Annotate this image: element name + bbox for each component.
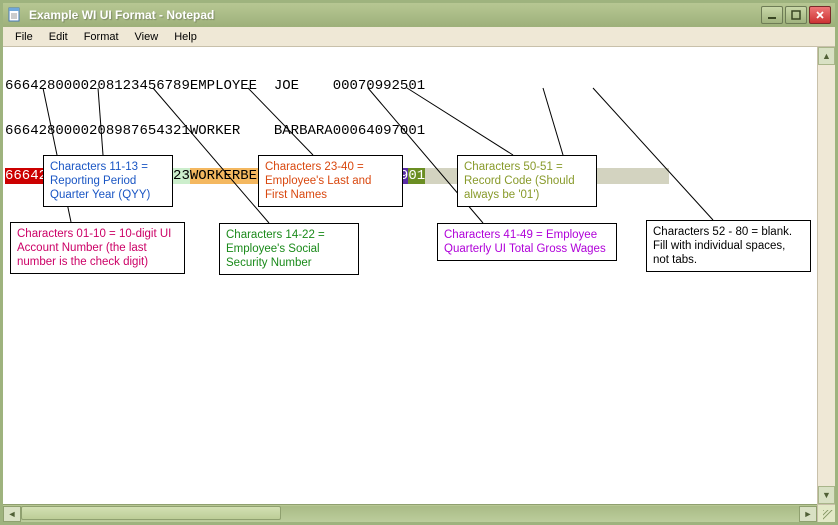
field-reccode: 01	[408, 168, 425, 184]
notepad-window: Example WI UI Format - Notepad File Edit…	[0, 0, 838, 525]
resize-grip-icon[interactable]	[817, 504, 835, 522]
record-line: 6664280000208987654321WORKER BARBARA0006…	[5, 124, 669, 139]
maximize-button[interactable]	[785, 6, 807, 24]
menu-edit[interactable]: Edit	[41, 29, 76, 45]
callout-blank: Characters 52 - 80 = blank. Fill with in…	[646, 220, 811, 272]
titlebar[interactable]: Example WI UI Format - Notepad	[3, 3, 835, 27]
text-area[interactable]: 6664280000208123456789EMPLOYEE JOE 00070…	[3, 47, 835, 522]
menu-help[interactable]: Help	[166, 29, 205, 45]
window-title: Example WI UI Format - Notepad	[29, 8, 214, 22]
callout-account: Characters 01-10 = 10-digit UI Account N…	[10, 222, 185, 274]
record-line: 6664280000208123456789EMPLOYEE JOE 00070…	[5, 79, 669, 94]
scroll-up-icon[interactable]: ▲	[818, 47, 835, 65]
horizontal-scrollbar[interactable]: ◄ ►	[3, 504, 817, 522]
scroll-down-icon[interactable]: ▼	[818, 486, 835, 504]
notepad-icon	[7, 7, 23, 23]
menu-format[interactable]: Format	[76, 29, 127, 45]
minimize-button[interactable]	[761, 6, 783, 24]
scroll-right-icon[interactable]: ►	[799, 506, 817, 522]
scroll-track[interactable]	[21, 506, 799, 522]
vertical-scrollbar[interactable]: ▲ ▼	[817, 47, 835, 504]
menu-file[interactable]: File	[7, 29, 41, 45]
close-button[interactable]	[809, 6, 831, 24]
menubar: File Edit Format View Help	[3, 27, 835, 47]
callout-ssn: Characters 14-22 = Employee's Social Sec…	[219, 223, 359, 275]
menu-view[interactable]: View	[127, 29, 167, 45]
scroll-thumb[interactable]	[21, 506, 281, 520]
scroll-left-icon[interactable]: ◄	[3, 506, 21, 522]
callout-quarter: Characters 11-13 = Reporting Period Quar…	[43, 155, 173, 207]
callout-wages: Characters 41-49 = Employee Quarterly UI…	[437, 223, 617, 261]
callout-name: Characters 23-40 = Employee's Last and F…	[258, 155, 403, 207]
callout-reccode: Characters 50-51 = Record Code (Should a…	[457, 155, 597, 207]
